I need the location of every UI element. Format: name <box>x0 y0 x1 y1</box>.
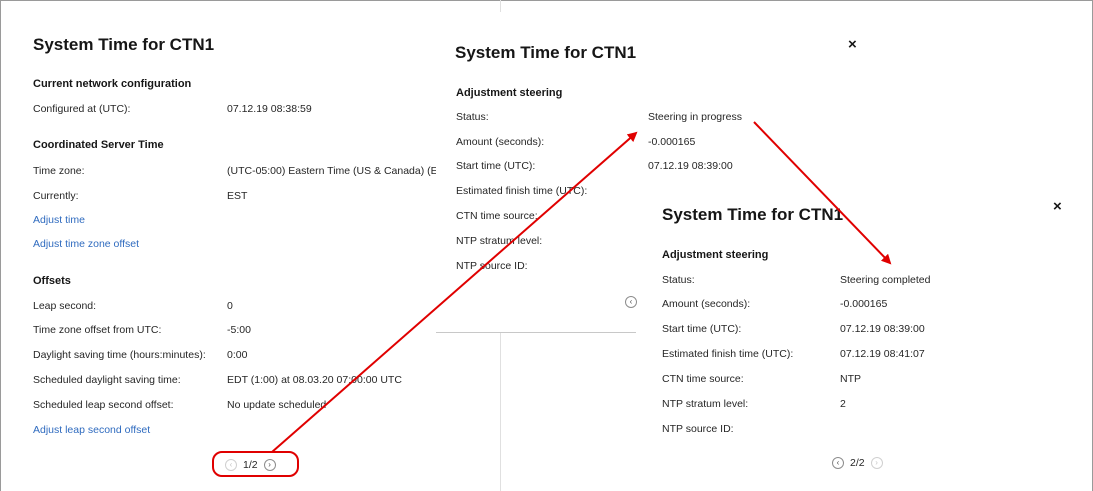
configured-at-label: Configured at (UTC): <box>33 103 131 115</box>
adjust-time-zone-offset-link[interactable]: Adjust time zone offset <box>33 238 139 250</box>
start-time-label: Start time (UTC): <box>456 160 536 172</box>
section-adjustment-steering: Adjustment steering <box>456 87 563 99</box>
amount-label: Amount (seconds): <box>456 136 545 148</box>
section-cst: Coordinated Server Time <box>33 139 164 151</box>
ntp-stratum-value: 2 <box>840 398 846 410</box>
section-offsets: Offsets <box>33 275 71 287</box>
adjust-leap-second-link[interactable]: Adjust leap second offset <box>33 424 150 436</box>
dst-label: Daylight saving time (hours:minutes): <box>33 349 206 361</box>
scheduled-dst-value: EDT (1:00) at 08.03.20 07:00:00 UTC <box>227 374 402 386</box>
currently-value: EST <box>227 190 248 202</box>
status-label: Status: <box>662 274 695 286</box>
start-time-label: Start time (UTC): <box>662 323 742 335</box>
ntp-source-id-label: NTP source ID: <box>662 423 734 435</box>
finish-time-label: Estimated finish time (UTC): <box>456 185 588 197</box>
adjust-time-link[interactable]: Adjust time <box>33 214 85 226</box>
scheduled-leap-value: No update scheduled <box>227 399 327 411</box>
ntp-stratum-label: NTP stratum level: <box>456 235 543 247</box>
status-value: Steering in progress <box>648 111 742 123</box>
chevron-left-circle-icon[interactable]: ‹ <box>832 457 844 469</box>
close-icon[interactable]: × <box>1053 199 1062 214</box>
dialog-title: System Time for CTN1 <box>455 43 637 62</box>
section-network-config: Current network configuration <box>33 78 192 90</box>
dst-value: 0:00 <box>227 349 248 361</box>
tz-offset-value: -5:00 <box>227 324 251 336</box>
close-icon[interactable]: × <box>848 37 857 52</box>
start-time-value: 07.12.19 08:39:00 <box>840 323 925 335</box>
system-time-dialog-page2-completed: System Time for CTN1 × Adjustment steeri… <box>637 180 1092 491</box>
scheduled-leap-label: Scheduled leap second offset: <box>33 399 174 411</box>
ntp-stratum-label: NTP stratum level: <box>662 398 749 410</box>
page-indicator: 2/2 <box>850 457 865 469</box>
pagination: ‹ 2/2 › <box>832 457 883 469</box>
leap-second-value: 0 <box>227 300 233 312</box>
ctn-source-value: NTP <box>840 373 861 385</box>
currently-label: Currently: <box>33 190 79 202</box>
status-label: Status: <box>456 111 489 123</box>
dialog-title: System Time for CTN1 <box>33 35 215 54</box>
finish-time-label: Estimated finish time (UTC): <box>662 348 794 360</box>
ctn-source-label: CTN time source: <box>662 373 744 385</box>
amount-value: -0.000165 <box>648 136 696 148</box>
scheduled-dst-label: Scheduled daylight saving time: <box>33 374 181 386</box>
chevron-left-circle-icon[interactable]: ‹ <box>625 296 637 308</box>
ntp-source-id-label: NTP source ID: <box>456 260 528 272</box>
system-time-dialog-page1: System Time for CTN1 Current network con… <box>1 1 500 490</box>
finish-time-value: 07.12.19 08:41:07 <box>840 348 925 360</box>
time-zone-value: (UTC-05:00) Eastern Time (US & Canada) (… <box>227 165 438 177</box>
annotation-highlight-oval <box>212 451 299 477</box>
amount-value: -0.000165 <box>840 298 888 310</box>
time-zone-label: Time zone: <box>33 165 85 177</box>
status-value: Steering completed <box>840 274 931 286</box>
leap-second-label: Leap second: <box>33 300 97 312</box>
dialog-title: System Time for CTN1 <box>662 205 844 224</box>
chevron-right-circle-icon[interactable]: › <box>870 457 883 469</box>
configured-at-value: 07.12.19 08:38:59 <box>227 103 312 115</box>
tz-offset-label: Time zone offset from UTC: <box>33 324 162 336</box>
amount-label: Amount (seconds): <box>662 298 751 310</box>
ctn-source-label: CTN time source: <box>456 210 538 222</box>
panel2-bottom-line <box>436 332 636 333</box>
section-adjustment-steering: Adjustment steering <box>662 249 769 261</box>
start-time-value: 07.12.19 08:39:00 <box>648 160 733 172</box>
